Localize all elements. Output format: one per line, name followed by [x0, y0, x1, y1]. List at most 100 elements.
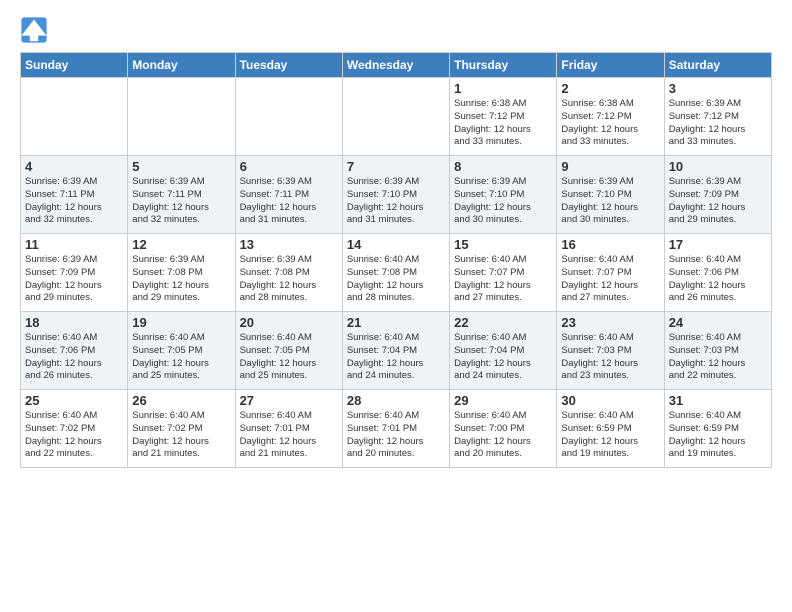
week-row-1: 1 Sunrise: 6:38 AM Sunset: 7:12 PM Daylig… [21, 78, 772, 156]
header-row [20, 16, 772, 44]
day-cell: 5 Sunrise: 6:39 AM Sunset: 7:11 PM Daylig… [128, 156, 235, 234]
day-cell: 13 Sunrise: 6:39 AM Sunset: 7:08 PM Dayli… [235, 234, 342, 312]
day-number: 13 [240, 237, 338, 252]
day-number: 9 [561, 159, 659, 174]
day-cell: 1 Sunrise: 6:38 AM Sunset: 7:12 PM Daylig… [450, 78, 557, 156]
page-container: SundayMondayTuesdayWednesdayThursdayFrid… [0, 0, 792, 478]
day-cell: 10Sunrise: 6:39 AM Sunset: 7:09 PM Dayli… [664, 156, 771, 234]
day-info: Sunrise: 6:39 AM Sunset: 7:10 PM Dayligh… [454, 176, 552, 227]
day-cell: 15Sunrise: 6:40 AM Sunset: 7:07 PM Dayli… [450, 234, 557, 312]
day-info: Sunrise: 6:40 AM Sunset: 7:00 PM Dayligh… [454, 410, 552, 461]
day-info: Sunrise: 6:40 AM Sunset: 7:08 PM Dayligh… [347, 254, 445, 305]
day-number: 22 [454, 315, 552, 330]
day-info: Sunrise: 6:39 AM Sunset: 7:11 PM Dayligh… [240, 176, 338, 227]
day-number: 21 [347, 315, 445, 330]
day-number: 17 [669, 237, 767, 252]
day-info: Sunrise: 6:40 AM Sunset: 7:05 PM Dayligh… [132, 332, 230, 383]
col-header-tuesday: Tuesday [235, 53, 342, 78]
day-info: Sunrise: 6:40 AM Sunset: 7:03 PM Dayligh… [669, 332, 767, 383]
day-cell: 14 Sunrise: 6:40 AM Sunset: 7:08 PM Dayli… [342, 234, 449, 312]
day-info: Sunrise: 6:38 AM Sunset: 7:12 PM Dayligh… [561, 98, 659, 149]
day-number: 11 [25, 237, 123, 252]
day-cell: 29 Sunrise: 6:40 AM Sunset: 7:00 PM Dayli… [450, 390, 557, 468]
day-info: Sunrise: 6:40 AM Sunset: 7:06 PM Dayligh… [669, 254, 767, 305]
day-number: 2 [561, 81, 659, 96]
day-info: Sunrise: 6:39 AM Sunset: 7:12 PM Dayligh… [669, 98, 767, 149]
day-info: Sunrise: 6:39 AM Sunset: 7:11 PM Dayligh… [25, 176, 123, 227]
day-cell: 4Sunrise: 6:39 AM Sunset: 7:11 PM Daylig… [21, 156, 128, 234]
day-cell: 30 Sunrise: 6:40 AM Sunset: 6:59 PM Dayli… [557, 390, 664, 468]
day-info: Sunrise: 6:39 AM Sunset: 7:09 PM Dayligh… [669, 176, 767, 227]
day-info: Sunrise: 6:39 AM Sunset: 7:08 PM Dayligh… [132, 254, 230, 305]
day-number: 15 [454, 237, 552, 252]
day-number: 27 [240, 393, 338, 408]
day-info: Sunrise: 6:40 AM Sunset: 7:04 PM Dayligh… [454, 332, 552, 383]
day-cell: 26 Sunrise: 6:40 AM Sunset: 7:02 PM Dayli… [128, 390, 235, 468]
day-number: 30 [561, 393, 659, 408]
day-number: 7 [347, 159, 445, 174]
day-info: Sunrise: 6:39 AM Sunset: 7:10 PM Dayligh… [561, 176, 659, 227]
day-cell: 8 Sunrise: 6:39 AM Sunset: 7:10 PM Daylig… [450, 156, 557, 234]
day-cell: 17 Sunrise: 6:40 AM Sunset: 7:06 PM Dayli… [664, 234, 771, 312]
day-number: 29 [454, 393, 552, 408]
day-number: 24 [669, 315, 767, 330]
day-info: Sunrise: 6:39 AM Sunset: 7:09 PM Dayligh… [25, 254, 123, 305]
col-header-friday: Friday [557, 53, 664, 78]
logo-icon [20, 16, 48, 44]
week-row-4: 18Sunrise: 6:40 AM Sunset: 7:06 PM Dayli… [21, 312, 772, 390]
day-cell: 19 Sunrise: 6:40 AM Sunset: 7:05 PM Dayli… [128, 312, 235, 390]
day-info: Sunrise: 6:40 AM Sunset: 7:02 PM Dayligh… [132, 410, 230, 461]
day-info: Sunrise: 6:39 AM Sunset: 7:11 PM Dayligh… [132, 176, 230, 227]
day-number: 26 [132, 393, 230, 408]
day-info: Sunrise: 6:40 AM Sunset: 7:03 PM Dayligh… [561, 332, 659, 383]
calendar-table: SundayMondayTuesdayWednesdayThursdayFrid… [20, 52, 772, 468]
day-info: Sunrise: 6:40 AM Sunset: 7:01 PM Dayligh… [347, 410, 445, 461]
day-number: 1 [454, 81, 552, 96]
day-number: 28 [347, 393, 445, 408]
day-info: Sunrise: 6:40 AM Sunset: 7:02 PM Dayligh… [25, 410, 123, 461]
day-number: 31 [669, 393, 767, 408]
week-row-2: 4Sunrise: 6:39 AM Sunset: 7:11 PM Daylig… [21, 156, 772, 234]
day-cell: 16 Sunrise: 6:40 AM Sunset: 7:07 PM Dayli… [557, 234, 664, 312]
day-info: Sunrise: 6:38 AM Sunset: 7:12 PM Dayligh… [454, 98, 552, 149]
day-number: 20 [240, 315, 338, 330]
day-cell [128, 78, 235, 156]
day-cell: 25Sunrise: 6:40 AM Sunset: 7:02 PM Dayli… [21, 390, 128, 468]
day-number: 14 [347, 237, 445, 252]
day-info: Sunrise: 6:40 AM Sunset: 7:07 PM Dayligh… [561, 254, 659, 305]
logo [20, 16, 52, 44]
week-row-3: 11 Sunrise: 6:39 AM Sunset: 7:09 PM Dayli… [21, 234, 772, 312]
day-info: Sunrise: 6:40 AM Sunset: 6:59 PM Dayligh… [669, 410, 767, 461]
day-number: 16 [561, 237, 659, 252]
day-cell [235, 78, 342, 156]
day-number: 12 [132, 237, 230, 252]
day-cell: 11 Sunrise: 6:39 AM Sunset: 7:09 PM Dayli… [21, 234, 128, 312]
day-cell: 31 Sunrise: 6:40 AM Sunset: 6:59 PM Dayli… [664, 390, 771, 468]
day-cell: 2 Sunrise: 6:38 AM Sunset: 7:12 PM Daylig… [557, 78, 664, 156]
day-cell: 7Sunrise: 6:39 AM Sunset: 7:10 PM Daylig… [342, 156, 449, 234]
day-number: 6 [240, 159, 338, 174]
col-header-saturday: Saturday [664, 53, 771, 78]
day-number: 19 [132, 315, 230, 330]
day-number: 3 [669, 81, 767, 96]
day-info: Sunrise: 6:40 AM Sunset: 6:59 PM Dayligh… [561, 410, 659, 461]
day-cell: 22 Sunrise: 6:40 AM Sunset: 7:04 PM Dayli… [450, 312, 557, 390]
day-info: Sunrise: 6:39 AM Sunset: 7:08 PM Dayligh… [240, 254, 338, 305]
col-header-monday: Monday [128, 53, 235, 78]
day-cell: 23Sunrise: 6:40 AM Sunset: 7:03 PM Dayli… [557, 312, 664, 390]
day-cell: 28 Sunrise: 6:40 AM Sunset: 7:01 PM Dayli… [342, 390, 449, 468]
day-info: Sunrise: 6:40 AM Sunset: 7:06 PM Dayligh… [25, 332, 123, 383]
day-cell: 24 Sunrise: 6:40 AM Sunset: 7:03 PM Dayli… [664, 312, 771, 390]
day-cell: 27Sunrise: 6:40 AM Sunset: 7:01 PM Dayli… [235, 390, 342, 468]
day-cell: 12 Sunrise: 6:39 AM Sunset: 7:08 PM Dayli… [128, 234, 235, 312]
col-header-thursday: Thursday [450, 53, 557, 78]
day-cell: 20Sunrise: 6:40 AM Sunset: 7:05 PM Dayli… [235, 312, 342, 390]
col-header-wednesday: Wednesday [342, 53, 449, 78]
day-info: Sunrise: 6:40 AM Sunset: 7:04 PM Dayligh… [347, 332, 445, 383]
day-cell: 21 Sunrise: 6:40 AM Sunset: 7:04 PM Dayli… [342, 312, 449, 390]
header-row-days: SundayMondayTuesdayWednesdayThursdayFrid… [21, 53, 772, 78]
week-row-5: 25Sunrise: 6:40 AM Sunset: 7:02 PM Dayli… [21, 390, 772, 468]
day-number: 8 [454, 159, 552, 174]
day-number: 5 [132, 159, 230, 174]
col-header-sunday: Sunday [21, 53, 128, 78]
